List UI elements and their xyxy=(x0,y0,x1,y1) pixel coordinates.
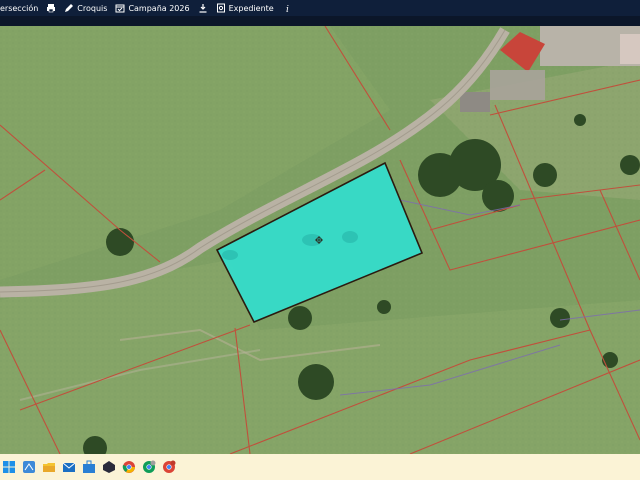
info-button[interactable]: i xyxy=(280,3,294,13)
info-icon: i xyxy=(286,5,289,13)
print-button[interactable] xyxy=(44,3,58,13)
windows-icon xyxy=(3,461,15,473)
toolbar-intersection-label: ersección xyxy=(0,3,39,13)
calendar-icon xyxy=(115,4,125,13)
expediente-button[interactable]: Expediente xyxy=(214,3,276,13)
taskbar-app-button[interactable] xyxy=(102,460,116,474)
store-icon xyxy=(83,460,95,473)
print-icon xyxy=(47,4,56,13)
taskbar-chrome-profile-2-button[interactable] xyxy=(162,460,176,474)
taskbar-windows-button[interactable] xyxy=(2,460,16,474)
task-view-icon xyxy=(23,461,35,473)
chrome-profile-2-icon xyxy=(163,460,176,473)
document-icon xyxy=(216,3,225,13)
chrome-profile-icon xyxy=(143,460,156,473)
taskbar-task-view-button[interactable] xyxy=(22,460,36,474)
taskbar-file-explorer-button[interactable] xyxy=(42,460,56,474)
app-toolbar: ersección Croquis Campaña 2026 Expedient… xyxy=(0,0,640,16)
taskbar-chrome-profile-button[interactable] xyxy=(142,460,156,474)
toolbar-spacer xyxy=(0,16,640,26)
aerial-map[interactable] xyxy=(0,26,640,454)
taskbar-mail-button[interactable] xyxy=(62,460,76,474)
windows-taskbar xyxy=(0,454,640,480)
svg-text:i: i xyxy=(286,5,289,13)
app-icon xyxy=(103,461,115,473)
taskbar-chrome-button[interactable] xyxy=(122,460,136,474)
file-explorer-icon xyxy=(43,463,55,472)
chrome-icon xyxy=(122,461,135,473)
download-icon xyxy=(199,4,207,13)
pencil-icon xyxy=(65,4,74,12)
campaign-button[interactable]: Campaña 2026 xyxy=(113,3,191,13)
croquis-button[interactable]: Croquis xyxy=(62,3,109,13)
croquis-label: Croquis xyxy=(77,3,108,13)
download-button[interactable] xyxy=(196,3,210,13)
taskbar-store-button[interactable] xyxy=(82,460,96,474)
expediente-label: Expediente xyxy=(228,3,274,13)
intersection-tool[interactable]: ersección xyxy=(0,4,40,13)
mail-icon xyxy=(62,462,76,472)
campaign-label: Campaña 2026 xyxy=(128,3,190,13)
